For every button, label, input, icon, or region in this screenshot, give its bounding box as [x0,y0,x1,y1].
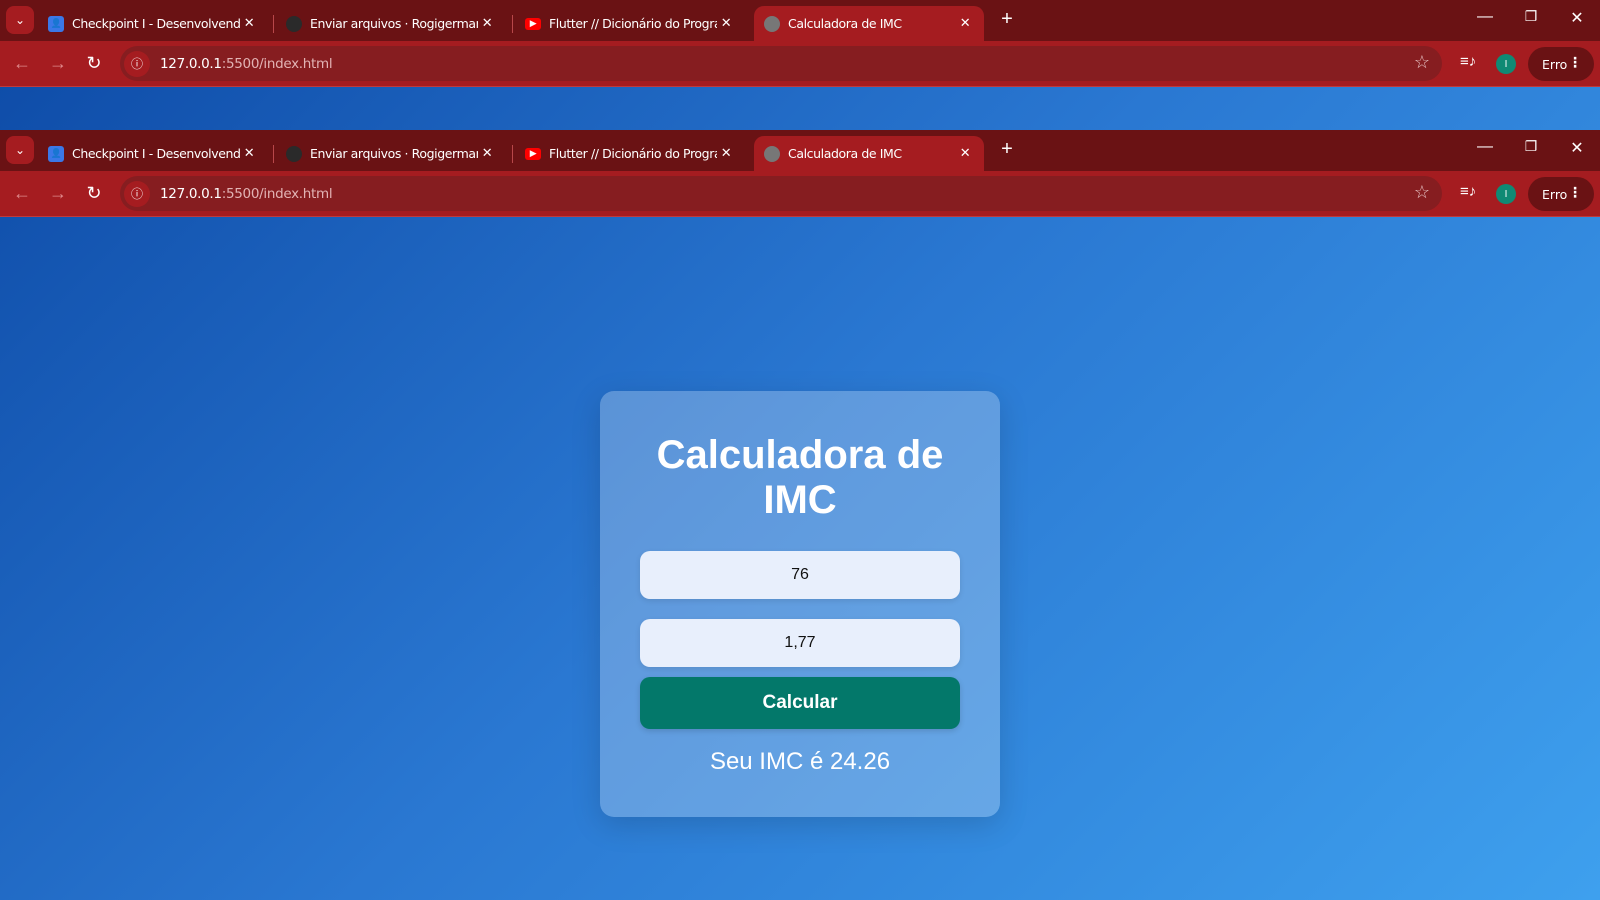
tab-github[interactable]: Enviar arquivos · Rogigermano9 ✕ [276,136,506,171]
youtube-icon: ▶ [525,147,541,160]
profile-error-button[interactable]: Erro ⋮ [1528,177,1594,211]
tab-search-button[interactable]: ⌄ [6,6,34,34]
close-tab-icon[interactable]: ✕ [717,16,735,31]
tab-github[interactable]: Enviar arquivos · Rogigermano9 ✕ [276,6,506,41]
browser-chrome-back: ⌄ 👤 Checkpoint I - Desenvolvendo c ✕ Env… [0,0,1600,87]
new-tab-button[interactable]: + [996,138,1018,161]
bookmark-star-icon[interactable]: ☆ [1414,182,1430,203]
tab-checkpoint[interactable]: 👤 Checkpoint I - Desenvolvendo c ✕ [38,136,268,171]
globe-icon [764,15,780,32]
tab-calculadora[interactable]: Calculadora de IMC ✕ [754,136,984,171]
address-bar[interactable]: ⓘ 127.0.0.1:5500/index.html ☆ [120,46,1442,81]
tab-youtube[interactable]: ▶ Flutter // Dicionário do Program ✕ [515,6,745,41]
close-tab-icon[interactable]: ✕ [956,16,974,31]
profile-error-button[interactable]: Erro ⋮ [1528,47,1594,81]
media-control-icon[interactable]: ≡♪ [1460,183,1476,200]
classroom-icon: 👤 [48,15,64,32]
imc-card: Calculadora de IMC Calcular Seu IMC é 24… [600,391,1000,817]
classroom-icon: 👤 [48,145,64,162]
new-tab-button[interactable]: + [996,8,1018,31]
bookmark-star-icon[interactable]: ☆ [1414,52,1430,73]
media-control-icon[interactable]: ≡♪ [1460,53,1476,70]
tab-divider [273,145,274,163]
toolbar: ← → ↻ ⓘ 127.0.0.1:5500/index.html ☆ ≡♪ I… [0,171,1600,217]
close-window-button[interactable]: ✕ [1562,8,1592,28]
close-tab-icon[interactable]: ✕ [478,146,496,161]
tab-strip: ⌄ 👤 Checkpoint I - Desenvolvendo c ✕ Env… [0,130,1600,171]
close-tab-icon[interactable]: ✕ [478,16,496,31]
close-tab-icon[interactable]: ✕ [240,16,258,31]
page-title: Calculadora de IMC [656,433,944,522]
restore-button[interactable]: ❐ [1516,8,1546,25]
minimize-button[interactable]: — [1470,8,1500,26]
site-info-icon[interactable]: ⓘ [124,180,150,207]
profile-avatar[interactable]: I [1496,184,1516,204]
tab-strip: ⌄ 👤 Checkpoint I - Desenvolvendo c ✕ Env… [0,0,1600,41]
restore-button[interactable]: ❐ [1516,138,1546,155]
weight-input[interactable] [640,551,960,599]
reload-button[interactable]: ↻ [82,53,106,74]
close-tab-icon[interactable]: ✕ [240,146,258,161]
toolbar: ← → ↻ ⓘ 127.0.0.1:5500/index.html ☆ ≡♪ I… [0,41,1600,87]
forward-button[interactable]: → [46,53,70,74]
github-icon [286,15,302,32]
tab-youtube[interactable]: ▶ Flutter // Dicionário do Program ✕ [515,136,745,171]
url-text[interactable]: 127.0.0.1:5500/index.html [160,186,333,202]
browser-chrome-front: ⌄ 👤 Checkpoint I - Desenvolvendo c ✕ Env… [0,130,1600,217]
close-tab-icon[interactable]: ✕ [717,146,735,161]
github-icon [286,145,302,162]
tab-checkpoint[interactable]: 👤 Checkpoint I - Desenvolvendo c ✕ [38,6,268,41]
tab-divider [512,15,513,33]
tab-divider [512,145,513,163]
close-window-button[interactable]: ✕ [1562,138,1592,158]
tab-search-button[interactable]: ⌄ [6,136,34,164]
menu-icon[interactable]: ⋮ [1568,55,1582,71]
minimize-button[interactable]: — [1470,138,1500,156]
menu-icon[interactable]: ⋮ [1568,185,1582,201]
forward-button[interactable]: → [46,183,70,204]
height-input[interactable] [640,619,960,667]
close-tab-icon[interactable]: ✕ [956,146,974,161]
reload-button[interactable]: ↻ [82,183,106,204]
back-button[interactable]: ← [10,53,34,74]
back-button[interactable]: ← [10,183,34,204]
result-text: Seu IMC é 24.26 [709,748,891,775]
calculate-button[interactable]: Calcular [640,677,960,729]
globe-icon [764,145,780,162]
site-info-icon[interactable]: ⓘ [124,50,150,77]
address-bar[interactable]: ⓘ 127.0.0.1:5500/index.html ☆ [120,176,1442,211]
profile-avatar[interactable]: I [1496,54,1516,74]
tab-calculadora[interactable]: Calculadora de IMC ✕ [754,6,984,41]
youtube-icon: ▶ [525,17,541,30]
url-text[interactable]: 127.0.0.1:5500/index.html [160,56,333,72]
tab-divider [273,15,274,33]
